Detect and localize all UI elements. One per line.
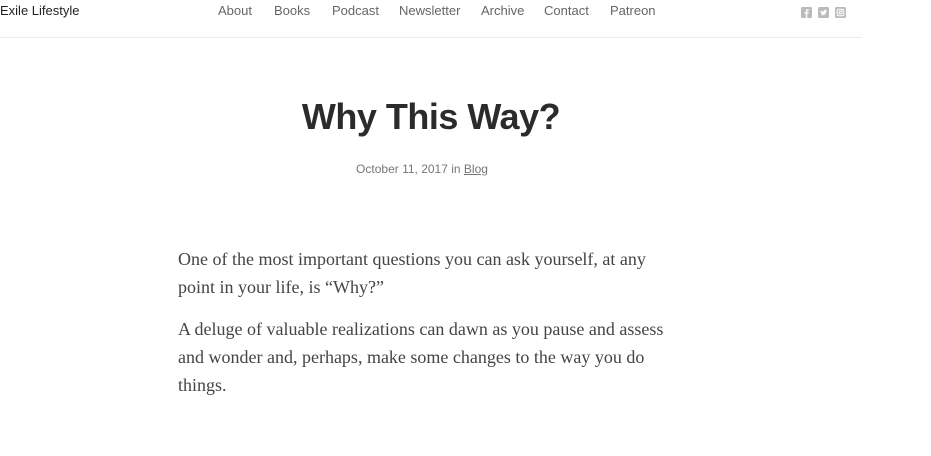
nav-podcast[interactable]: Podcast [332, 3, 379, 18]
page: Exile Lifestyle About Books Podcast News… [0, 0, 931, 456]
twitter-icon[interactable] [818, 5, 829, 18]
post-category-link[interactable]: Blog [464, 162, 488, 176]
post-meta-in: in [451, 162, 461, 176]
nav-books[interactable]: Books [274, 3, 310, 18]
nav-archive[interactable]: Archive [481, 3, 524, 18]
post-date: October 11, 2017 [356, 162, 448, 176]
nav-about[interactable]: About [218, 3, 252, 18]
nav-contact[interactable]: Contact [544, 3, 589, 18]
instagram-icon[interactable] [835, 5, 846, 18]
site-header: Exile Lifestyle About Books Podcast News… [0, 0, 862, 38]
post-paragraph: A deluge of valuable realizations can da… [178, 319, 664, 395]
nav-patreon[interactable]: Patreon [610, 3, 656, 18]
site-title-link[interactable]: Exile Lifestyle [0, 3, 79, 18]
post-paragraph: One of the most important questions you … [178, 249, 646, 297]
post-meta: October 11, 2017 in Blog [0, 162, 844, 176]
post-title: Why This Way? [301, 96, 561, 137]
facebook-icon[interactable] [801, 5, 812, 18]
post-body: One of the most important questions you … [178, 245, 678, 413]
nav-newsletter[interactable]: Newsletter [399, 3, 460, 18]
